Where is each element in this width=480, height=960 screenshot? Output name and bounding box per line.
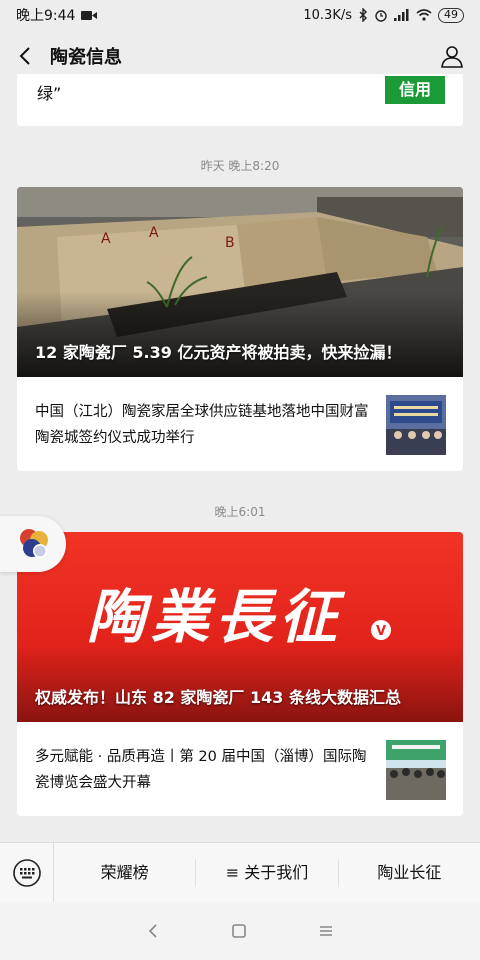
banner-calligraphy: 陶業長征: [87, 583, 346, 651]
video-icon: [81, 10, 98, 20]
menu-item-honor-list[interactable]: 荣耀榜: [54, 858, 197, 887]
floating-app-icon: [20, 529, 48, 558]
status-bar: 晚上9:44 10.3K/s 49: [0, 0, 480, 30]
menu-item-ceramic-journey[interactable]: 陶业长征: [339, 859, 480, 887]
menu-item-about-us[interactable]: ≡ 关于我们: [196, 858, 339, 887]
network-speed: 10.3K/s: [303, 7, 352, 23]
credit-badge: 信用: [385, 76, 445, 104]
article-title: 中国（江北）陶瓷家居全球供应链基地落地中国财富陶瓷城签约仪式成功举行: [35, 404, 369, 446]
previous-message-card[interactable]: 绿” 信用: [17, 74, 463, 126]
nav-menu-icon[interactable]: [318, 923, 334, 939]
bluetooth-icon: [359, 8, 367, 22]
svg-text:V: V: [376, 624, 386, 639]
keyboard-icon: [12, 858, 41, 887]
article-cover-image[interactable]: A A B 12 家陶瓷厂 5.39 亿元资产将被拍卖，快来捡漏！: [17, 187, 463, 377]
nav-home-icon[interactable]: [231, 923, 247, 939]
conference-image: [386, 395, 446, 455]
page-title: 陶瓷信息: [50, 47, 122, 68]
signal-icon: [394, 9, 409, 21]
article-list-item[interactable]: 中国（江北）陶瓷家居全球供应链基地落地中国财富陶瓷城签约仪式成功举行: [17, 377, 463, 471]
article-cover-image[interactable]: 陶業長征 V 权威发布！山东 82 家陶瓷厂 143 条线大数据汇总: [17, 532, 463, 722]
message-card: 陶業長征 V 权威发布！山东 82 家陶瓷厂 143 条线大数据汇总 多元赋能 …: [17, 532, 463, 816]
alarm-icon: [375, 10, 387, 22]
official-account-menu: 荣耀榜 ≡ 关于我们 陶业长征: [0, 842, 480, 903]
floating-window-button[interactable]: [0, 516, 66, 572]
status-time: 晚上9:44: [16, 8, 76, 24]
back-button[interactable]: [14, 45, 36, 67]
profile-button[interactable]: [440, 44, 464, 68]
message-card: A A B 12 家陶瓷厂 5.39 亿元资产将被拍卖，快来捡漏！ 中国（江北）…: [17, 187, 463, 471]
keyboard-toggle-button[interactable]: [0, 842, 54, 903]
message-timestamp: 昨天 晚上8:20: [200, 159, 280, 173]
chevron-left-icon: [19, 47, 30, 65]
wifi-icon: [416, 9, 432, 21]
article-list-item[interactable]: 多元赋能 · 品质再造丨第 20 届中国（淄博）国际陶瓷博览会盛大开幕: [17, 722, 463, 816]
article-thumbnail: [386, 740, 446, 800]
message-timestamp: 晚上6:01: [214, 505, 266, 519]
battery-indicator: 49: [438, 7, 464, 23]
article-thumbnail: [386, 395, 446, 455]
system-nav-bar: [0, 902, 480, 960]
article-headline: 权威发布！山东 82 家陶瓷厂 143 条线大数据汇总: [35, 688, 401, 707]
nav-back-icon[interactable]: [146, 923, 160, 939]
previous-message-text: 绿”: [37, 84, 62, 103]
article-headline: 12 家陶瓷厂 5.39 亿元资产将被拍卖，快来捡漏！: [35, 343, 402, 362]
article-title: 多元赋能 · 品质再造丨第 20 届中国（淄博）国际陶瓷博览会盛大开幕: [35, 749, 367, 791]
exhibition-image: [386, 740, 446, 800]
